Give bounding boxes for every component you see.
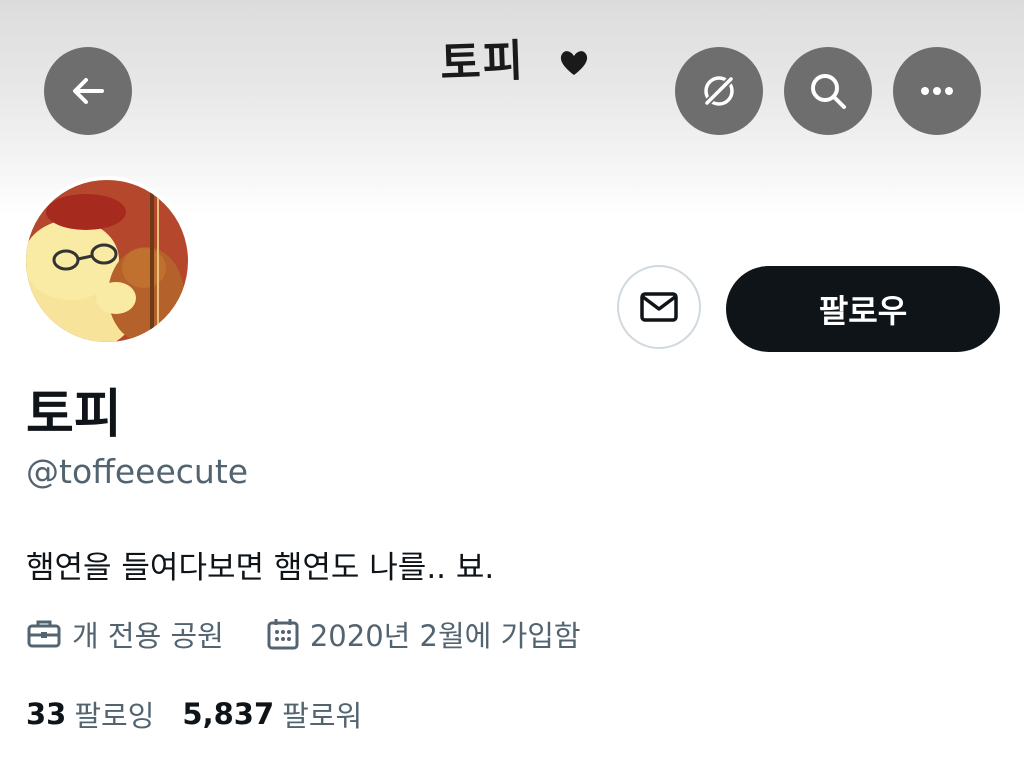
back-arrow-icon — [73, 78, 104, 104]
joined-label: 2020년 2월에 가입함 — [309, 619, 581, 653]
profile-bio: 햄연을 들여다보면 햄연도 나를.. 뵤. — [26, 550, 495, 586]
banner-text: 토피 — [439, 35, 526, 90]
message-button[interactable] — [617, 265, 701, 349]
following-label[interactable]: 팔로잉 — [74, 693, 154, 735]
search-icon — [811, 74, 846, 109]
followers-label[interactable]: 팔로워 — [282, 693, 362, 735]
envelope-icon — [640, 292, 678, 322]
more-button[interactable] — [893, 47, 981, 135]
user-handle: @toffeeecute — [26, 452, 249, 491]
briefcase-icon — [27, 620, 61, 648]
profile-meta: 개 전용 공원 2020년 2월에 가입함 — [26, 614, 581, 654]
calendar-icon — [267, 619, 299, 650]
follow-button[interactable]: 팔로우 — [726, 266, 1000, 352]
grok-button[interactable] — [675, 47, 763, 135]
joined-item: 2020년 2월에 가입함 — [266, 613, 581, 655]
back-button[interactable] — [44, 47, 132, 135]
avatar[interactable] — [22, 176, 192, 346]
category-label: 개 전용 공원 — [72, 619, 224, 653]
display-name: 토피 — [26, 385, 122, 445]
more-dots-icon — [921, 87, 953, 95]
followers-count[interactable]: 5,837 — [182, 697, 274, 731]
following-count[interactable]: 33 — [26, 697, 66, 731]
category-item: 개 전용 공원 — [26, 613, 224, 655]
search-button[interactable] — [784, 47, 872, 135]
heart-doodle-icon — [560, 51, 588, 75]
follow-stats: 33 팔로잉 5,837 팔로워 — [26, 694, 362, 734]
avatar-image — [26, 180, 188, 342]
grok-icon — [703, 75, 735, 107]
